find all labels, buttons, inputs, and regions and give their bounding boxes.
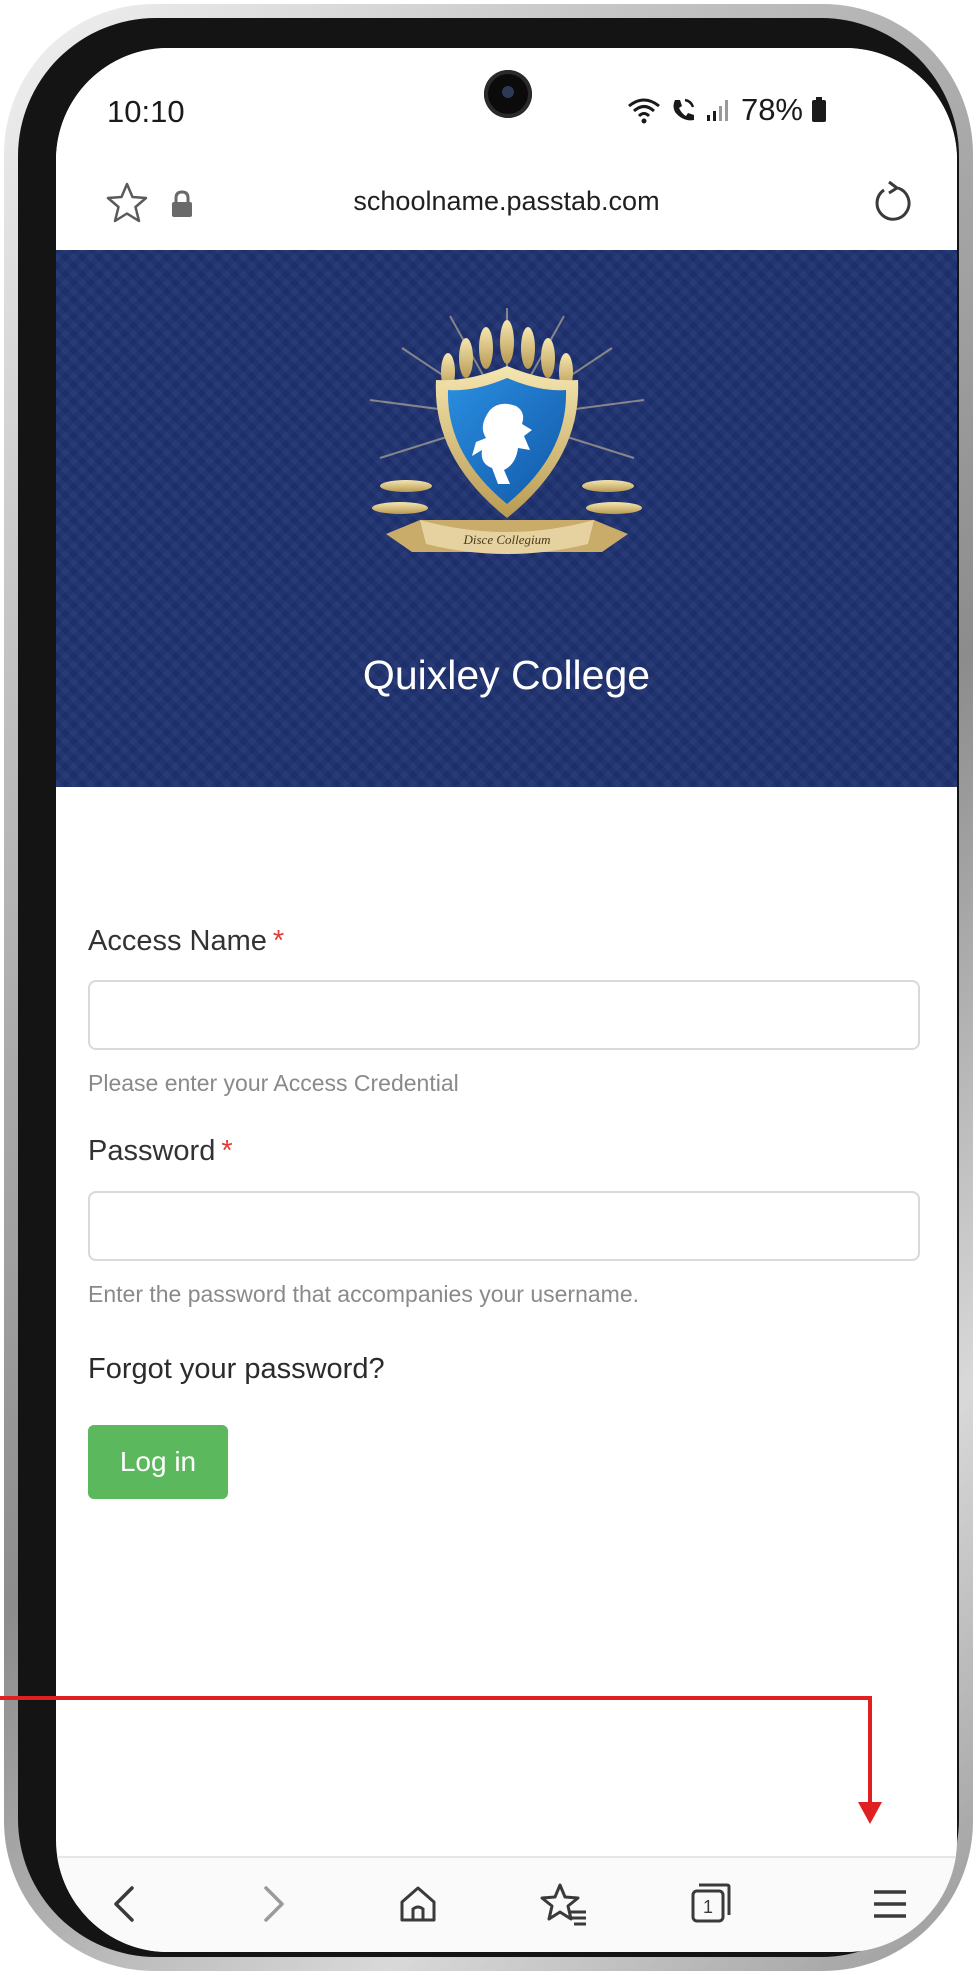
battery-percent: 78% [740,92,803,127]
browser-bottom-toolbar: 1 [56,1856,957,1952]
access-name-help: Please enter your Access Credential [88,1070,459,1096]
school-banner: Disce Collegium Quixley College [56,250,957,787]
callout-line-horizontal [0,1696,872,1700]
bookmarks-icon[interactable] [536,1876,592,1932]
home-icon[interactable] [390,1876,446,1932]
phone-bezel: 10:10 78% schoolname.passtab.com Disce C… [18,18,959,1957]
forward-icon[interactable] [244,1876,300,1932]
access-name-label-text: Access Name [88,925,267,957]
school-crest-logo: Disce Collegium [369,308,645,554]
access-name-label: Access Name * [88,925,284,958]
callout-line-vertical [868,1696,872,1808]
tab-count: 1 [703,1897,713,1917]
browser-address-bar: schoolname.passtab.com [56,156,957,256]
school-name: Quixley College [362,652,651,698]
status-icons: 78% [627,92,827,128]
crest-motto: Disce Collegium [462,532,550,547]
reload-icon[interactable] [867,178,917,228]
wifi-call-icon [669,96,697,124]
callout-arrowhead [858,1802,882,1824]
password-label: Password * [88,1135,233,1168]
wifi-icon [627,96,661,124]
required-mark: * [221,1135,233,1167]
menu-icon[interactable] [862,1876,918,1932]
tabs-icon[interactable]: 1 [682,1876,738,1932]
forgot-password-link[interactable]: Forgot your password? [88,1353,385,1386]
required-mark: * [272,925,285,957]
phone-frame: 10:10 78% schoolname.passtab.com Disce C… [4,4,973,1971]
access-name-input[interactable] [88,980,920,1050]
signal-icon [705,97,733,123]
battery-icon [811,96,827,124]
password-input[interactable] [88,1191,920,1261]
back-icon[interactable] [98,1876,154,1932]
status-time: 10:10 [107,94,185,129]
password-help: Enter the password that accompanies your… [88,1281,640,1307]
password-label-text: Password [88,1135,216,1167]
login-button[interactable]: Log in [88,1425,228,1499]
url-text[interactable]: schoolname.passtab.com [56,186,957,217]
phone-screen: 10:10 78% schoolname.passtab.com Disce C… [56,48,957,1952]
front-camera [484,70,532,118]
